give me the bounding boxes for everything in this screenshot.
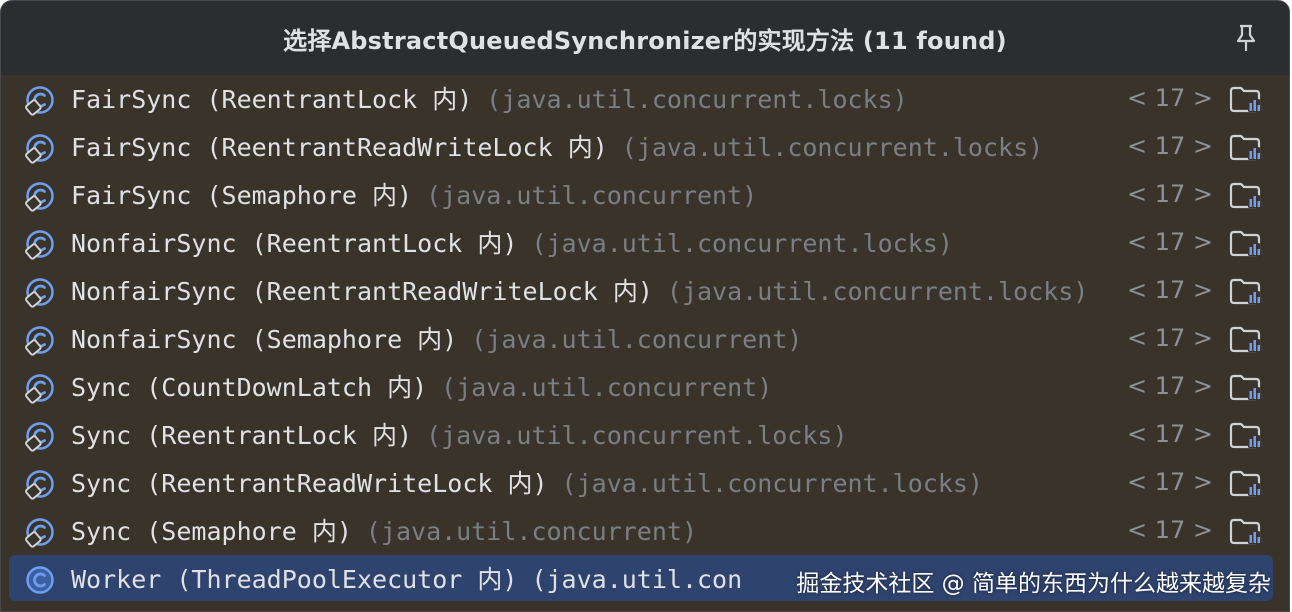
class-name: FairSync (Semaphore 内) <box>71 181 413 210</box>
row-label: Worker (ThreadPoolExecutor 内) (java.util.… <box>71 560 742 596</box>
package-name: (java.util.concurrent) <box>365 517 698 546</box>
usage-count: < 17 > <box>1126 324 1213 352</box>
list-item[interactable]: Sync (ReentrantLock 内) (java.util.concurr… <box>9 411 1273 457</box>
list-item[interactable]: NonfairSync (Semaphore 内) (java.util.conc… <box>9 315 1273 361</box>
list-item[interactable]: NonfairSync (ReentrantReadWriteLock 内) (j… <box>9 267 1273 313</box>
class-name: Sync (CountDownLatch 内) <box>71 373 428 402</box>
implementations-popup: 选择AbstractQueuedSynchronizer的实现方法 (11 fo… <box>0 0 1290 612</box>
class-icon <box>25 278 54 308</box>
row-label: FairSync (Semaphore 内) (java.util.concurr… <box>71 176 757 212</box>
row-label: FairSync (ReentrantLock 内) (java.util.con… <box>71 80 908 116</box>
class-icon <box>25 230 54 260</box>
class-icon <box>26 566 54 594</box>
row-label: FairSync (ReentrantReadWriteLock 内) (java… <box>71 128 1043 164</box>
class-name: Sync (ReentrantReadWriteLock 内) <box>71 469 548 498</box>
usage-count: < 17 > <box>1126 84 1213 112</box>
library-folder-icon <box>1229 518 1261 545</box>
class-name: NonfairSync (ReentrantReadWriteLock 内) <box>71 277 653 306</box>
library-folder-icon <box>1229 86 1261 113</box>
class-icon <box>25 422 54 452</box>
row-label: NonfairSync (Semaphore 内) (java.util.conc… <box>71 320 802 356</box>
library-folder-icon <box>1229 470 1261 497</box>
row-label: NonfairSync (ReentrantLock 内) (java.util.… <box>71 224 953 260</box>
list-item[interactable]: FairSync (Semaphore 内) (java.util.concurr… <box>9 171 1273 217</box>
package-name: (java.util.concurrent.locks) <box>486 85 908 114</box>
usage-count: < 17 > <box>1126 420 1213 448</box>
usage-count: < 17 > <box>1126 276 1213 304</box>
package-name: (java.util.concurrent.locks) <box>666 277 1089 306</box>
class-icon <box>25 86 54 116</box>
row-label: Sync (CountDownLatch 内) (java.util.concur… <box>71 368 772 404</box>
package-name: (java.util.concurrent) <box>441 373 773 402</box>
row-label: Sync (ReentrantReadWriteLock 内) (java.uti… <box>71 464 983 500</box>
package-name: (java.util.con <box>531 565 743 594</box>
list-item[interactable]: Sync (ReentrantReadWriteLock 内) (java.uti… <box>9 459 1273 505</box>
library-folder-icon <box>1229 374 1261 401</box>
class-name: FairSync (ReentrantReadWriteLock 内) <box>71 133 608 162</box>
class-icon <box>25 470 54 500</box>
class-icon <box>25 518 54 548</box>
library-folder-icon <box>1229 182 1261 209</box>
usage-count: < 17 > <box>1126 228 1213 256</box>
usage-count: < 17 > <box>1126 372 1213 400</box>
library-folder-icon <box>1229 326 1261 353</box>
class-icon <box>25 134 54 164</box>
class-name: Worker (ThreadPoolExecutor 内) <box>71 565 518 594</box>
watermark-text: 掘金技术社区 @ 简单的东西为什么越来越复杂 <box>796 571 1271 597</box>
row-label: Sync (ReentrantLock 内) (java.util.concurr… <box>71 416 848 452</box>
class-name: FairSync (ReentrantLock 内) <box>71 85 473 114</box>
usage-count: < 17 > <box>1126 468 1213 496</box>
class-icon <box>25 374 54 404</box>
package-name: (java.util.concurrent) <box>426 181 758 210</box>
class-name: Sync (Semaphore 内) <box>71 517 352 546</box>
package-name: (java.util.concurrent) <box>471 325 803 354</box>
library-folder-icon <box>1229 134 1261 161</box>
package-name: (java.util.concurrent.locks) <box>621 133 1044 162</box>
list-item[interactable]: FairSync (ReentrantReadWriteLock 内) (java… <box>9 123 1273 169</box>
pin-icon[interactable] <box>1233 23 1259 53</box>
package-name: (java.util.concurrent.locks) <box>561 469 983 498</box>
library-folder-icon <box>1229 422 1261 449</box>
implementations-list: FairSync (ReentrantLock 内) (java.util.con… <box>1 75 1289 611</box>
class-icon <box>25 182 54 212</box>
list-item[interactable]: Sync (Semaphore 内) (java.util.concurrent)… <box>9 507 1273 553</box>
usage-count: < 17 > <box>1126 132 1213 160</box>
package-name: (java.util.concurrent.locks) <box>426 421 848 450</box>
package-name: (java.util.concurrent.locks) <box>531 229 953 258</box>
row-label: Sync (Semaphore 内) (java.util.concurrent) <box>71 512 697 548</box>
usage-count: < 17 > <box>1126 516 1213 544</box>
list-item[interactable]: Sync (CountDownLatch 内) (java.util.concur… <box>9 363 1273 409</box>
popup-header: 选择AbstractQueuedSynchronizer的实现方法 (11 fo… <box>1 1 1289 75</box>
class-name: Sync (ReentrantLock 内) <box>71 421 413 450</box>
library-folder-icon <box>1229 278 1261 305</box>
library-folder-icon <box>1229 230 1261 257</box>
list-item[interactable]: FairSync (ReentrantLock 内) (java.util.con… <box>9 75 1273 121</box>
list-item[interactable]: NonfairSync (ReentrantLock 内) (java.util.… <box>9 219 1273 265</box>
popup-title: 选择AbstractQueuedSynchronizer的实现方法 (11 fo… <box>283 26 1007 55</box>
usage-count: < 17 > <box>1126 180 1213 208</box>
class-name: NonfairSync (ReentrantLock 内) <box>71 229 518 258</box>
class-name: NonfairSync (Semaphore 内) <box>71 325 458 354</box>
row-label: NonfairSync (ReentrantReadWriteLock 内) (j… <box>71 272 1088 308</box>
class-icon <box>25 326 54 356</box>
